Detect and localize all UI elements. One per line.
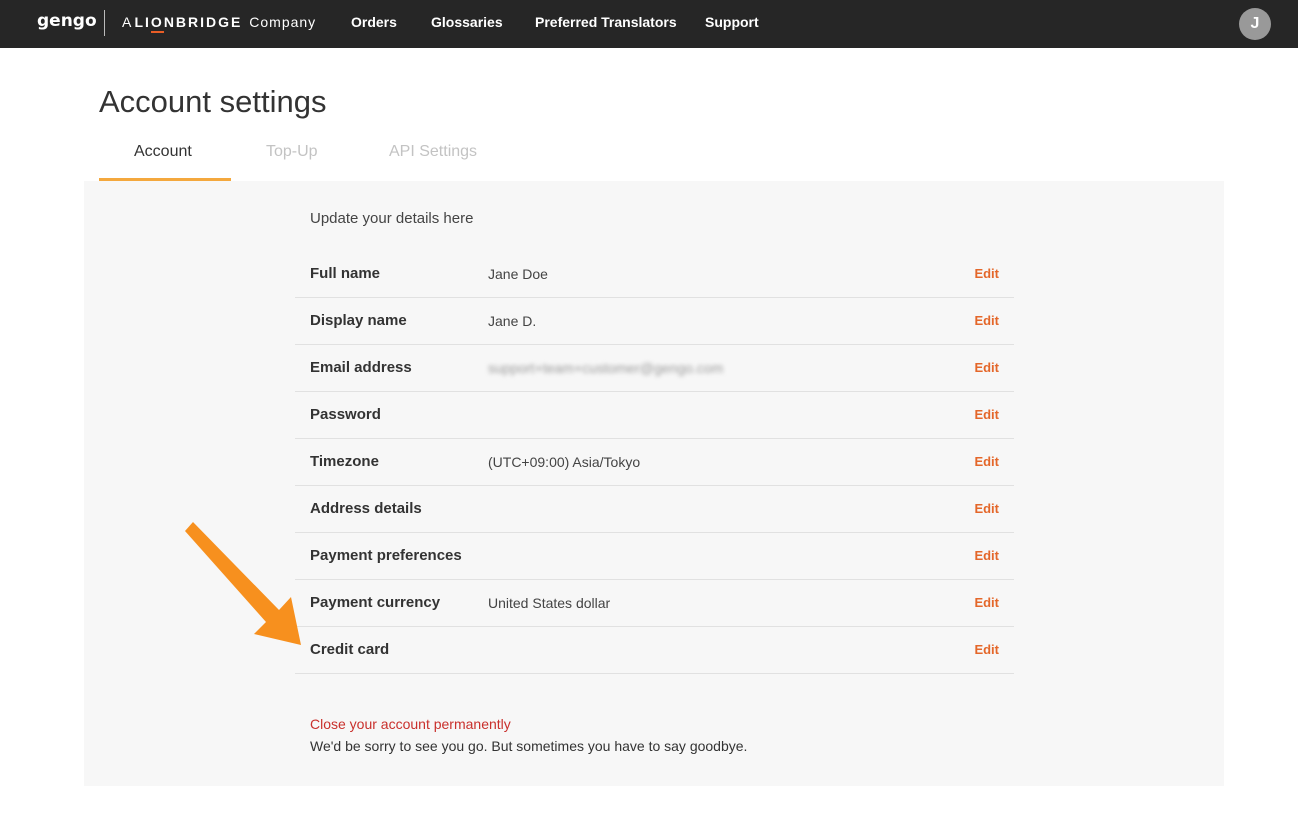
nav-support[interactable]: Support (705, 14, 759, 30)
row-label: Full name (310, 265, 381, 282)
settings-row-payment-preferences: Payment preferences Edit (295, 532, 1014, 580)
row-label: Credit card (310, 641, 390, 658)
brand-prefix: A (122, 14, 131, 30)
row-label: Address details (310, 500, 422, 517)
row-value: United States dollar (488, 595, 611, 611)
brand-name-o: O (150, 14, 164, 33)
logo-divider (104, 10, 105, 36)
row-label: Display name (310, 312, 407, 329)
tab-top-up[interactable]: Top-Up (266, 143, 318, 161)
settings-row-address: Address details Edit (295, 485, 1014, 533)
edit-credit-card-link[interactable]: Edit (974, 642, 999, 657)
row-value: Jane D. (488, 313, 537, 329)
row-label: Payment preferences (310, 547, 462, 564)
nav-orders[interactable]: Orders (351, 14, 397, 30)
settings-row-timezone: Timezone (UTC+09:00) Asia/Tokyo Edit (295, 438, 1014, 486)
brand-name-left: LI (134, 14, 151, 30)
top-navbar: gengo A LIONBRIDGE Company Orders Glossa… (0, 0, 1298, 48)
row-label: Payment currency (310, 594, 441, 611)
gengo-logo[interactable]: gengo (37, 11, 97, 31)
close-account-link[interactable]: Close your account permanently (310, 716, 511, 732)
nav-glossaries[interactable]: Glossaries (431, 14, 503, 30)
page-title: Account settings (99, 84, 327, 119)
edit-display-name-link[interactable]: Edit (974, 313, 999, 328)
settings-row-display-name: Display name Jane D. Edit (295, 297, 1014, 345)
row-value: Jane Doe (488, 266, 548, 282)
user-avatar[interactable]: J (1239, 8, 1271, 40)
tab-account[interactable]: Account (134, 143, 192, 161)
brand-suffix: Company (249, 14, 317, 30)
edit-address-link[interactable]: Edit (974, 501, 999, 516)
close-account-note: We'd be sorry to see you go. But sometim… (310, 738, 748, 754)
edit-email-link[interactable]: Edit (974, 360, 999, 375)
settings-row-full-name: Full name Jane Doe Edit (295, 250, 1014, 298)
brand-name-right: NBRIDGE (163, 14, 243, 30)
settings-row-credit-card: Credit card Edit (295, 626, 1014, 674)
intro-text: Update your details here (310, 210, 474, 227)
edit-payment-currency-link[interactable]: Edit (974, 595, 999, 610)
row-value-blurred-email: support+team+customer@gengo.com (488, 360, 724, 376)
settings-row-password: Password Edit (295, 391, 1014, 439)
settings-row-email: Email address support+team+customer@geng… (295, 344, 1014, 392)
lionbridge-brand: A LIONBRIDGE Company (122, 14, 317, 33)
edit-timezone-link[interactable]: Edit (974, 454, 999, 469)
edit-payment-preferences-link[interactable]: Edit (974, 548, 999, 563)
tab-api-settings[interactable]: API Settings (389, 143, 477, 161)
row-label: Password (310, 406, 381, 423)
edit-full-name-link[interactable]: Edit (974, 266, 999, 281)
brand-name: LIONBRIDGE (134, 14, 242, 33)
row-label: Email address (310, 359, 412, 376)
settings-row-payment-currency: Payment currency United States dollar Ed… (295, 579, 1014, 627)
nav-preferred-translators[interactable]: Preferred Translators (535, 14, 677, 30)
row-label: Timezone (310, 453, 379, 470)
row-value: (UTC+09:00) Asia/Tokyo (488, 454, 641, 470)
edit-password-link[interactable]: Edit (974, 407, 999, 422)
